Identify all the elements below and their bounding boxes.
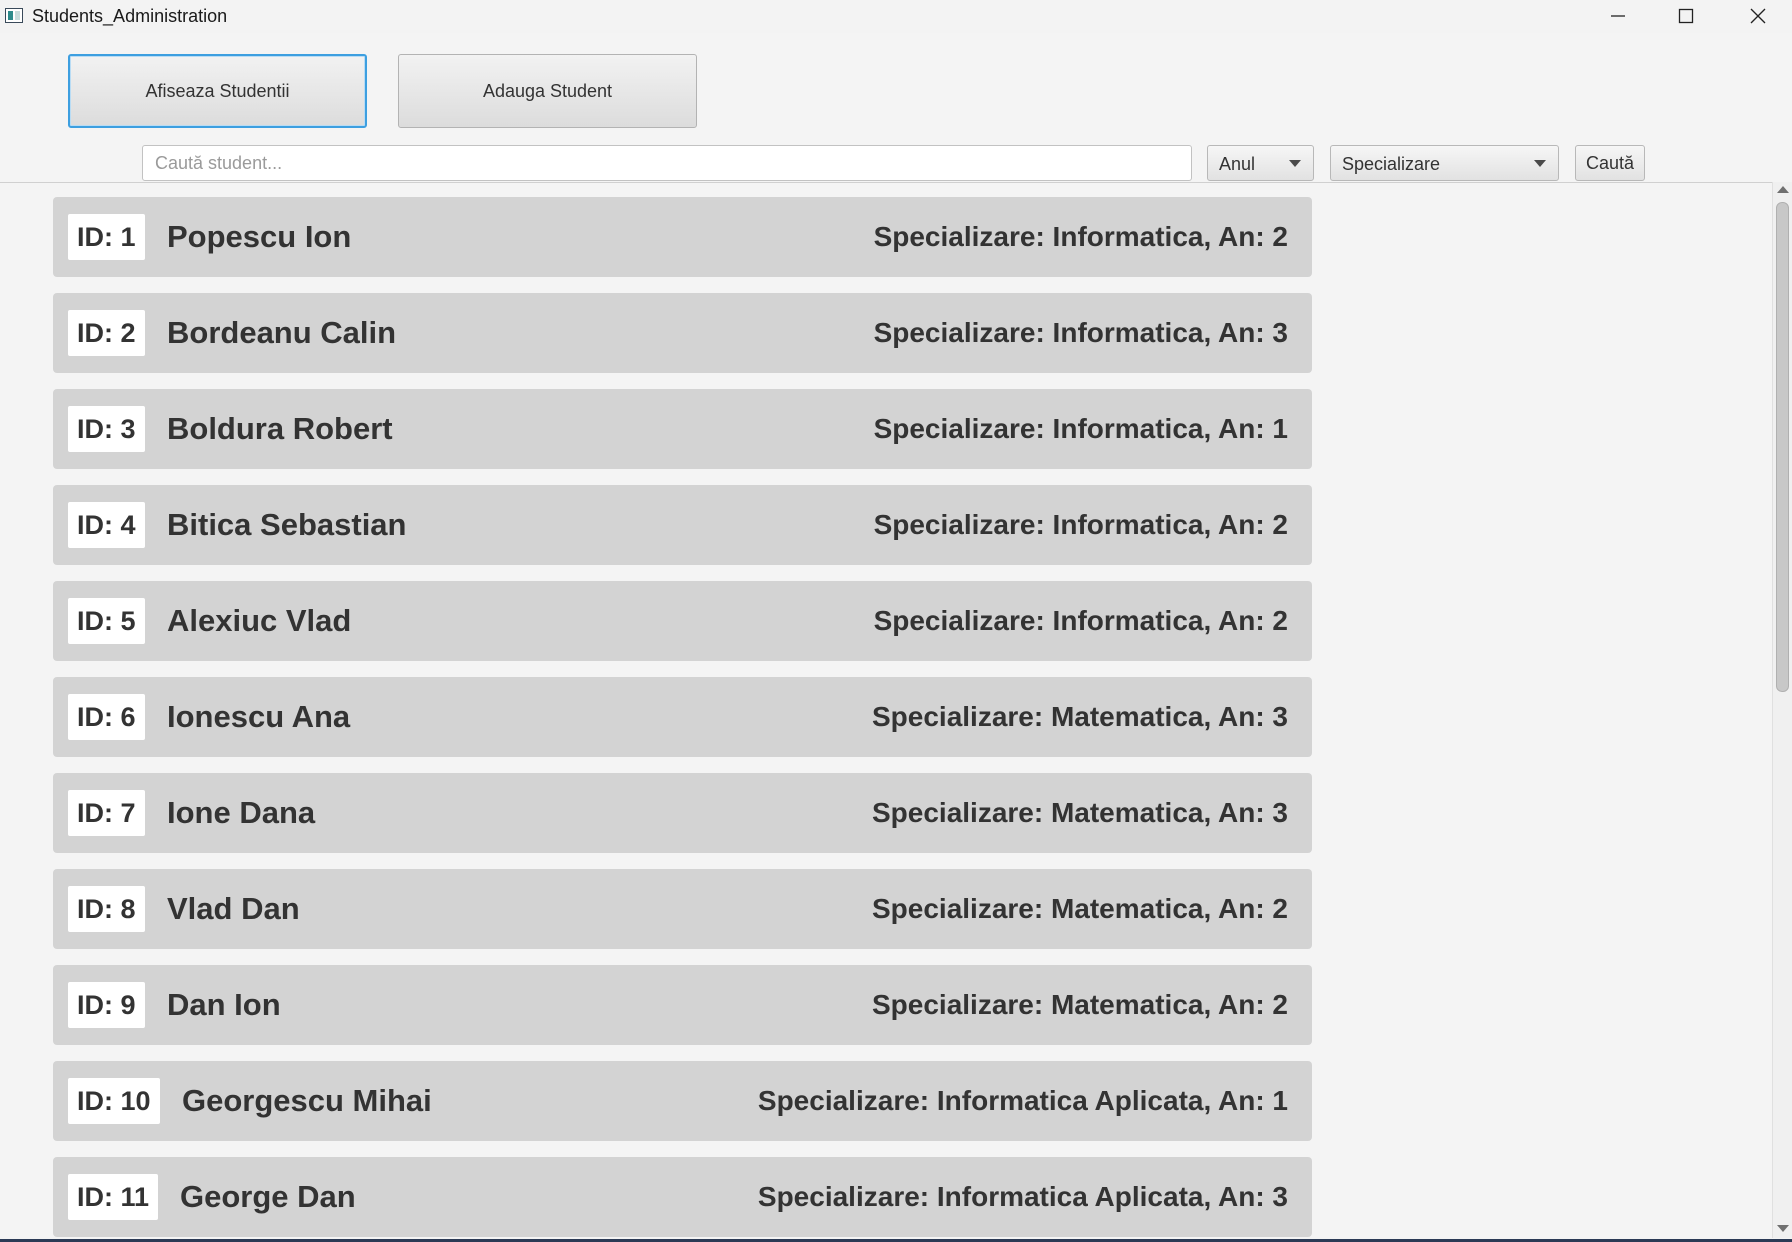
close-button[interactable] <box>1728 0 1788 33</box>
student-id-badge: ID: 11 <box>68 1174 159 1220</box>
student-row[interactable]: ID: 1 Popescu Ion Specializare: Informatic… <box>53 197 1312 277</box>
student-specialization-info: Specializare: Informatica, An: 2 <box>873 509 1288 540</box>
student-id-badge: ID: 4 <box>68 502 145 548</box>
student-id-badge: ID: 10 <box>68 1078 160 1124</box>
student-list[interactable]: ID: 1 Popescu Ion Specializare: Informatic… <box>0 182 1792 1239</box>
student-id-badge: ID: 6 <box>68 694 145 740</box>
app-window: Students_Administration Afiseaza Student… <box>0 0 1792 1242</box>
scroll-up-arrow-icon[interactable] <box>1777 186 1789 193</box>
student-row[interactable]: ID: 8 Vlad Dan Specializare: Matematica, A… <box>53 869 1312 949</box>
student-specialization-info: Specializare: Informatica, An: 1 <box>873 413 1288 444</box>
chevron-down-icon <box>1289 160 1301 167</box>
student-specialization-info: Specializare: Informatica, An: 2 <box>873 605 1288 636</box>
app-icon <box>5 8 23 23</box>
maximize-button[interactable] <box>1656 0 1716 33</box>
search-button[interactable]: Caută <box>1575 145 1645 181</box>
vertical-scrollbar[interactable] <box>1772 182 1792 1238</box>
student-id-badge: ID: 2 <box>68 310 145 356</box>
student-specialization-info: Specializare: Matematica, An: 2 <box>871 893 1288 924</box>
student-row[interactable]: ID: 11 George Dan Specializare: Informatic… <box>53 1157 1312 1237</box>
close-icon <box>1750 8 1766 24</box>
student-specialization-info: Specializare: Informatica, An: 3 <box>873 317 1288 348</box>
year-combo[interactable]: Anul <box>1207 145 1314 181</box>
student-row[interactable]: ID: 6 Ionescu Ana Specializare: Matematica… <box>53 677 1312 757</box>
student-name: George Dan <box>180 1179 356 1214</box>
title-bar: Students_Administration <box>0 0 1792 33</box>
student-specialization-info: Specializare: Informatica Aplicata, An: … <box>757 1181 1288 1212</box>
student-name: Dan Ion <box>167 987 281 1022</box>
student-name: Popescu Ion <box>167 219 352 254</box>
year-combo-label: Anul <box>1219 154 1256 174</box>
student-id-badge: ID: 3 <box>68 406 145 452</box>
student-row[interactable]: ID: 9 Dan Ion Specializare: Matematica, An… <box>53 965 1312 1045</box>
student-specialization-info: Specializare: Matematica, An: 3 <box>871 797 1288 828</box>
student-row[interactable]: ID: 2 Bordeanu Calin Specializare: Informa… <box>53 293 1312 373</box>
student-row[interactable]: ID: 3 Boldura Robert Specializare: Informa… <box>53 389 1312 469</box>
window-title: Students_Administration <box>32 6 228 26</box>
student-name: Ionescu Ana <box>167 699 351 734</box>
student-id-badge: ID: 1 <box>68 214 145 260</box>
student-row[interactable]: ID: 10 Georgescu Mihai Specializare: Infor… <box>53 1061 1312 1141</box>
student-specialization-info: Specializare: Matematica, An: 2 <box>871 989 1288 1020</box>
maximize-icon <box>1678 8 1694 24</box>
student-name: Ione Dana <box>167 795 316 830</box>
show-students-button[interactable]: Afiseaza Studentii <box>68 54 367 128</box>
student-row[interactable]: ID: 4 Bitica Sebastian Specializare: Infor… <box>53 485 1312 565</box>
student-name: Boldura Robert <box>167 411 393 446</box>
student-specialization-info: Specializare: Matematica, An: 3 <box>871 701 1288 732</box>
scrollbar-thumb[interactable] <box>1776 202 1789 692</box>
minimize-icon <box>1611 15 1625 17</box>
minimize-button[interactable] <box>1588 0 1648 33</box>
student-id-badge: ID: 5 <box>68 598 145 644</box>
student-row[interactable]: ID: 7 Ione Dana Specializare: Matematica, … <box>53 773 1312 853</box>
search-input[interactable] <box>142 145 1192 181</box>
student-id-badge: ID: 7 <box>68 790 145 836</box>
student-name: Vlad Dan <box>167 891 300 926</box>
student-name: Georgescu Mihai <box>182 1083 432 1118</box>
specialization-combo-label: Specializare <box>1342 154 1441 174</box>
student-id-badge: ID: 8 <box>68 886 145 932</box>
student-specialization-info: Specializare: Informatica Aplicata, An: … <box>757 1085 1288 1116</box>
add-student-button[interactable]: Adauga Student <box>398 54 697 128</box>
scroll-down-arrow-icon[interactable] <box>1777 1225 1789 1232</box>
student-row[interactable]: ID: 5 Alexiuc Vlad Specializare: Informati… <box>53 581 1312 661</box>
student-specialization-info: Specializare: Informatica, An: 2 <box>873 221 1288 252</box>
student-name: Bordeanu Calin <box>167 315 397 350</box>
student-name: Alexiuc Vlad <box>167 603 352 638</box>
student-id-badge: ID: 9 <box>68 982 145 1028</box>
student-name: Bitica Sebastian <box>167 507 407 542</box>
specialization-combo[interactable]: Specializare <box>1330 145 1559 181</box>
chevron-down-icon <box>1534 160 1546 167</box>
